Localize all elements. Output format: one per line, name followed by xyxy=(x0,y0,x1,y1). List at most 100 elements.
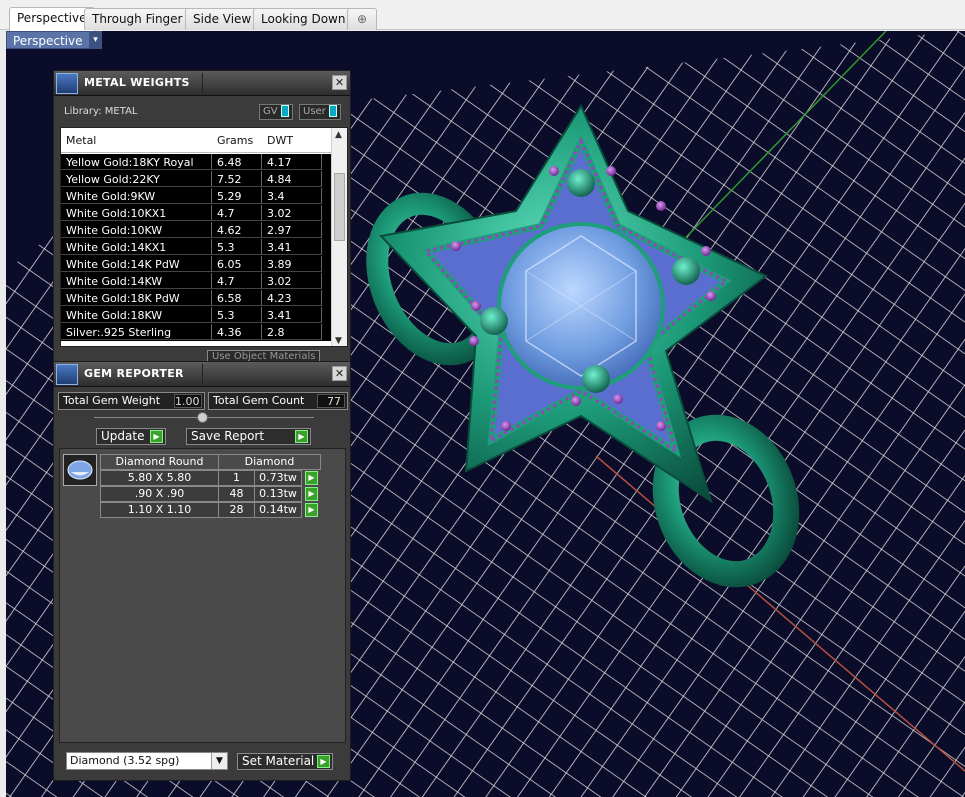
metal-grams: 4.36 xyxy=(217,326,242,339)
metal-grams: 6.48 xyxy=(217,156,242,169)
metal-dwt: 2.8 xyxy=(267,326,285,339)
metal-grams: 4.62 xyxy=(217,224,242,237)
gem-size[interactable]: 5.80 X 5.80 xyxy=(100,470,219,486)
metal-dwt: 2.97 xyxy=(267,224,292,237)
metal-dwt: 3.02 xyxy=(267,275,292,288)
table-row[interactable]: White Gold:18KW 5.3 3.41 xyxy=(61,307,333,324)
select-gems-arrow-icon[interactable]: ▶ xyxy=(305,487,318,501)
select-gems-arrow-icon[interactable]: ▶ xyxy=(305,503,318,517)
play-arrow-icon: ▶ xyxy=(150,430,163,443)
close-icon[interactable]: ✕ xyxy=(332,75,347,90)
gem-count: 1 xyxy=(218,470,255,486)
gem-count: 28 xyxy=(218,502,255,518)
metal-name: White Gold:10KW xyxy=(66,224,163,237)
save-report-button[interactable]: Save Report ▶ xyxy=(186,428,311,445)
metal-name: White Gold:14KX1 xyxy=(66,241,167,254)
metal-name: White Gold:9KW xyxy=(66,190,156,203)
metal-grams: 6.58 xyxy=(217,292,242,305)
select-gems-arrow-icon[interactable]: ▶ xyxy=(305,471,318,485)
set-material-button[interactable]: Set Material ▶ xyxy=(237,753,333,770)
gem-list-area: Diamond Round Diamond 5.80 X 5.80 1 0.73tw… xyxy=(59,448,346,743)
pyramid-icon xyxy=(56,73,78,94)
metal-weights-title: METAL WEIGHTS xyxy=(84,76,190,89)
metal-name: White Gold:14K PdW xyxy=(66,258,180,271)
metal-dwt: 4.23 xyxy=(267,292,292,305)
metal-grams: 5.3 xyxy=(217,309,235,322)
gem-column-material: Diamond xyxy=(218,454,321,470)
column-header-metal[interactable]: Metal xyxy=(66,134,96,147)
tab-through-finger[interactable]: Through Finger xyxy=(84,8,191,30)
scroll-up-icon[interactable]: ▲ xyxy=(335,130,342,140)
metal-weights-titlebar[interactable]: METAL WEIGHTS ✕ xyxy=(54,71,350,96)
metal-grams: 6.05 xyxy=(217,258,242,271)
table-row[interactable]: Silver:.925 Sterling 4.36 2.8 xyxy=(61,324,333,341)
table-row[interactable]: Yellow Gold:18KY Royal 6.48 4.17 xyxy=(61,154,333,171)
table-row[interactable]: White Gold:10KW 4.62 2.97 xyxy=(61,222,333,239)
gem-weight: 0.13tw xyxy=(254,486,302,502)
viewport-label[interactable]: Perspective ▾ xyxy=(6,31,102,49)
metal-table-body: Yellow Gold:18KY Royal 6.48 4.17 Yellow Gol… xyxy=(61,154,333,341)
gem-size[interactable]: 1.10 X 1.10 xyxy=(100,502,219,518)
metal-grams: 5.29 xyxy=(217,190,242,203)
gem-reporter-titlebar[interactable]: GEM REPORTER ✕ xyxy=(54,362,350,387)
tab-looking-down[interactable]: Looking Down xyxy=(253,8,354,30)
column-header-grams[interactable]: Grams xyxy=(217,134,253,147)
chevron-down-icon[interactable]: ▼ xyxy=(211,753,227,769)
gem-reporter-title: GEM REPORTER xyxy=(84,367,184,380)
add-tab-icon[interactable]: ⊕ xyxy=(347,8,377,30)
gem-reporter-panel: GEM REPORTER ✕ Total Gem Weight 1.00 Tot… xyxy=(53,361,351,781)
metal-name: Silver:.925 Sterling xyxy=(66,326,172,339)
total-gem-count-value: 77 xyxy=(317,394,345,408)
material-select[interactable]: Diamond (3.52 spg) ▼ xyxy=(66,752,228,770)
update-button[interactable]: Update ▶ xyxy=(96,428,166,445)
gem-column-shape: Diamond Round xyxy=(100,454,219,470)
view-tab-bar: Perspective Through Finger Side View Loo… xyxy=(0,0,965,31)
metal-table-header: Metal Grams DWT xyxy=(61,128,333,153)
metal-grams: 5.3 xyxy=(217,241,235,254)
metal-name: White Gold:18K PdW xyxy=(66,292,180,305)
gem-size[interactable]: .90 X .90 xyxy=(100,486,219,502)
gem-weight: 0.14tw xyxy=(254,502,302,518)
metal-name: White Gold:10KX1 xyxy=(66,207,167,220)
metal-grams: 4.7 xyxy=(217,275,235,288)
gem-weight: 0.73tw xyxy=(254,470,302,486)
toggle-indicator-icon xyxy=(280,105,289,117)
metal-grams: 4.7 xyxy=(217,207,235,220)
play-arrow-icon: ▶ xyxy=(295,430,308,443)
metal-weights-table: Metal Grams DWT Yellow Gold:18KY Royal 6.… xyxy=(60,127,348,347)
metal-weights-panel: METAL WEIGHTS ✕ Library: METAL GV User M… xyxy=(53,70,351,367)
table-row[interactable]: White Gold:10KX1 4.7 3.02 xyxy=(61,205,333,222)
toggle-indicator-icon xyxy=(328,105,337,117)
table-row[interactable]: White Gold:14KW 4.7 3.02 xyxy=(61,273,333,290)
table-row[interactable]: White Gold:9KW 5.29 3.4 xyxy=(61,188,333,205)
total-gem-weight-value: 1.00 xyxy=(174,394,202,408)
gv-toggle[interactable]: GV xyxy=(259,104,293,120)
user-toggle[interactable]: User xyxy=(299,104,341,120)
scroll-thumb[interactable] xyxy=(334,173,345,241)
table-row[interactable]: White Gold:18K PdW 6.58 4.23 xyxy=(61,290,333,307)
report-icon xyxy=(56,364,78,385)
metal-dwt: 3.41 xyxy=(267,241,292,254)
play-arrow-icon: ▶ xyxy=(317,755,330,768)
metal-dwt: 3.89 xyxy=(267,258,292,271)
tab-side-view[interactable]: Side View xyxy=(185,8,260,30)
column-header-dwt[interactable]: DWT xyxy=(267,134,293,147)
total-gem-weight-field: Total Gem Weight 1.00 xyxy=(58,392,205,410)
table-row[interactable]: Yellow Gold:22KY 7.52 4.84 xyxy=(61,171,333,188)
metal-table-scrollbar[interactable]: ▲ ▼ xyxy=(331,128,347,346)
metal-dwt: 4.17 xyxy=(267,156,292,169)
close-icon[interactable]: ✕ xyxy=(332,366,347,381)
metal-dwt: 4.84 xyxy=(267,173,292,186)
table-row[interactable]: White Gold:14KX1 5.3 3.41 xyxy=(61,239,333,256)
metal-name: White Gold:14KW xyxy=(66,275,163,288)
metal-grams: 7.52 xyxy=(217,173,242,186)
diamond-round-icon[interactable] xyxy=(63,454,97,486)
metal-name: White Gold:18KW xyxy=(66,309,163,322)
table-row[interactable]: White Gold:14K PdW 6.05 3.89 xyxy=(61,256,333,273)
total-gem-count-field: Total Gem Count 77 xyxy=(208,392,348,410)
scroll-down-icon[interactable]: ▼ xyxy=(335,336,342,346)
viewport-name[interactable]: Perspective xyxy=(6,31,90,49)
splitter-handle[interactable] xyxy=(197,412,208,423)
tab-perspective[interactable]: Perspective xyxy=(9,7,95,31)
viewport-dropdown-icon[interactable]: ▾ xyxy=(89,31,102,49)
